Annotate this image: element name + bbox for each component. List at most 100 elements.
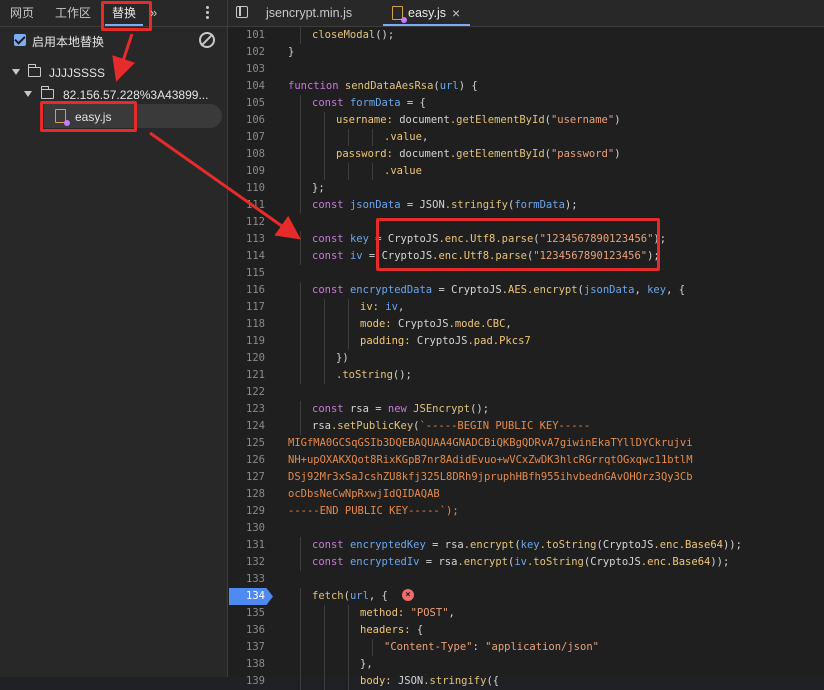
code-line[interactable]: 110}; — [228, 180, 824, 197]
code-line[interactable]: 103 — [228, 61, 824, 78]
code-line[interactable]: 102} — [228, 44, 824, 61]
code-line[interactable]: 123 const rsa = new JSEncrypt(); — [228, 401, 824, 418]
code-line[interactable]: 138}, — [228, 656, 824, 673]
line-number[interactable]: 123 — [228, 403, 265, 415]
close-tab-icon[interactable]: × — [452, 5, 460, 21]
line-number[interactable]: 130 — [228, 522, 265, 534]
line-number[interactable]: 121 — [228, 369, 265, 381]
indent-guide — [300, 673, 301, 690]
indent-guide — [300, 299, 301, 316]
line-number[interactable]: 111 — [228, 199, 265, 211]
enable-local-overrides-checkbox[interactable] — [14, 34, 26, 46]
line-number[interactable]: 114 — [228, 250, 265, 262]
line-number[interactable]: 133 — [228, 573, 265, 585]
code-text: padding: CryptoJS.pad.Pkcs7 — [360, 335, 531, 347]
line-number[interactable]: 127 — [228, 471, 265, 483]
code-line[interactable]: 130 — [228, 520, 824, 537]
line-number[interactable]: 103 — [228, 63, 265, 75]
line-number[interactable]: 118 — [228, 318, 265, 330]
code-line[interactable]: 101 closeModal(); — [228, 27, 824, 44]
enable-local-overrides-row: 启用本地替换 — [0, 28, 227, 52]
line-number[interactable]: 101 — [228, 29, 265, 41]
line-number[interactable]: 134 — [228, 590, 265, 602]
line-number[interactable]: 137 — [228, 641, 265, 653]
indent-guide — [300, 282, 301, 299]
code-line[interactable]: 107 .value, — [228, 129, 824, 146]
more-tabs-icon[interactable]: » — [150, 5, 157, 20]
code-line[interactable]: 111 const jsonData = JSON.stringify(formD… — [228, 197, 824, 214]
clear-overrides-icon[interactable] — [199, 32, 215, 48]
line-number[interactable]: 104 — [228, 80, 265, 92]
indent-guide — [372, 129, 373, 146]
line-number[interactable]: 131 — [228, 539, 265, 551]
code-line[interactable]: 137 "Content-Type": "application/json" — [228, 639, 824, 656]
code-line[interactable]: 104 function sendDataAesRsa(url) { — [228, 78, 824, 95]
line-number[interactable]: 110 — [228, 182, 265, 194]
line-number[interactable]: 116 — [228, 284, 265, 296]
line-number[interactable]: 129 — [228, 505, 265, 517]
line-number[interactable]: 126 — [228, 454, 265, 466]
line-number[interactable]: 132 — [228, 556, 265, 568]
line-number[interactable]: 105 — [228, 97, 265, 109]
indent-guide — [300, 146, 301, 163]
code-line[interactable]: 105 const formData = { — [228, 95, 824, 112]
code-line[interactable]: 129 -----END PUBLIC KEY-----`); — [228, 503, 824, 520]
toggle-navigator-icon[interactable] — [236, 6, 248, 18]
code-line[interactable]: 126 NH+upOXAKXQot8RixKGpB7nr8AdidEvuo+wVC… — [228, 452, 824, 469]
code-line[interactable]: 131 const encryptedKey = rsa.encrypt(key.… — [228, 537, 824, 554]
code-line[interactable]: 124 rsa.setPublicKey(`-----BEGIN PUBLIC K… — [228, 418, 824, 435]
code-line[interactable]: 121 .toString(); — [228, 367, 824, 384]
code-line[interactable]: 118 mode: CryptoJS.mode.CBC, — [228, 316, 824, 333]
code-line[interactable]: 108 password: document.getElementById("pa… — [228, 146, 824, 163]
code-line[interactable]: 136 headers: { — [228, 622, 824, 639]
code-line[interactable]: 133 — [228, 571, 824, 588]
line-number[interactable]: 109 — [228, 165, 265, 177]
tab-easy-js[interactable]: easy.js — [408, 0, 446, 26]
line-number[interactable]: 119 — [228, 335, 265, 347]
line-number[interactable]: 115 — [228, 267, 265, 279]
code-line[interactable]: 106 username: document.getElementById("us… — [228, 112, 824, 129]
tree-item-root-folder[interactable]: JJJJSSSS — [0, 62, 227, 84]
line-number[interactable]: 124 — [228, 420, 265, 432]
code-line[interactable]: 135 method: "POST", — [228, 605, 824, 622]
line-number[interactable]: 102 — [228, 46, 265, 58]
line-number[interactable]: 113 — [228, 233, 265, 245]
line-number[interactable]: 117 — [228, 301, 265, 313]
code-line[interactable]: 117 iv: iv, — [228, 299, 824, 316]
code-line[interactable]: 109 .value — [228, 163, 824, 180]
line-number[interactable]: 120 — [228, 352, 265, 364]
code-line[interactable]: 127 DSj92Mr3xSaJcshZU8kfj325L8DRh9jpruphH… — [228, 469, 824, 486]
code-line[interactable]: 139 body: JSON.stringify({ — [228, 673, 824, 690]
tab-page[interactable]: 网页 — [10, 0, 34, 26]
code-editor[interactable]: 101 closeModal(); 102} 103 104 function sendD… — [228, 27, 824, 690]
expand-arrow-icon[interactable] — [12, 69, 20, 75]
expand-arrow-icon[interactable] — [24, 91, 32, 97]
code-line[interactable]: 119 padding: CryptoJS.pad.Pkcs7 — [228, 333, 824, 350]
line-number[interactable]: 136 — [228, 624, 265, 636]
line-number[interactable]: 125 — [228, 437, 265, 449]
indent-guide — [324, 163, 325, 180]
code-line[interactable]: 132 const encryptedIv = rsa.encrypt(iv.to… — [228, 554, 824, 571]
code-line[interactable]: 134 fetch(url, {× — [228, 588, 824, 605]
tab-jsencrypt[interactable]: jsencrypt.min.js — [266, 0, 352, 26]
code-line[interactable]: 125 MIGfMA0GCSqGSIb3DQEBAQUAA4GNADCBiQKBg… — [228, 435, 824, 452]
error-icon[interactable]: × — [402, 589, 414, 601]
indent-guide — [300, 316, 301, 333]
tab-workspace[interactable]: 工作区 — [55, 0, 91, 26]
enable-local-overrides-label: 启用本地替换 — [32, 35, 105, 49]
line-number[interactable]: 107 — [228, 131, 265, 143]
code-line[interactable]: 128 ocDbsNeCwNpRxwjIdQIDAQAB — [228, 486, 824, 503]
line-number[interactable]: 128 — [228, 488, 265, 500]
line-number[interactable]: 122 — [228, 386, 265, 398]
code-line[interactable]: 116 const encryptedData = CryptoJS.AES.en… — [228, 282, 824, 299]
line-number[interactable]: 135 — [228, 607, 265, 619]
js-file-icon — [392, 6, 407, 23]
line-number[interactable]: 106 — [228, 114, 265, 126]
code-line[interactable]: 122 — [228, 384, 824, 401]
line-number[interactable]: 138 — [228, 658, 265, 670]
line-number[interactable]: 108 — [228, 148, 265, 160]
indent-guide — [348, 673, 349, 690]
code-line[interactable]: 120}) — [228, 350, 824, 367]
line-number[interactable]: 112 — [228, 216, 265, 228]
kebab-menu-icon[interactable] — [206, 6, 210, 21]
